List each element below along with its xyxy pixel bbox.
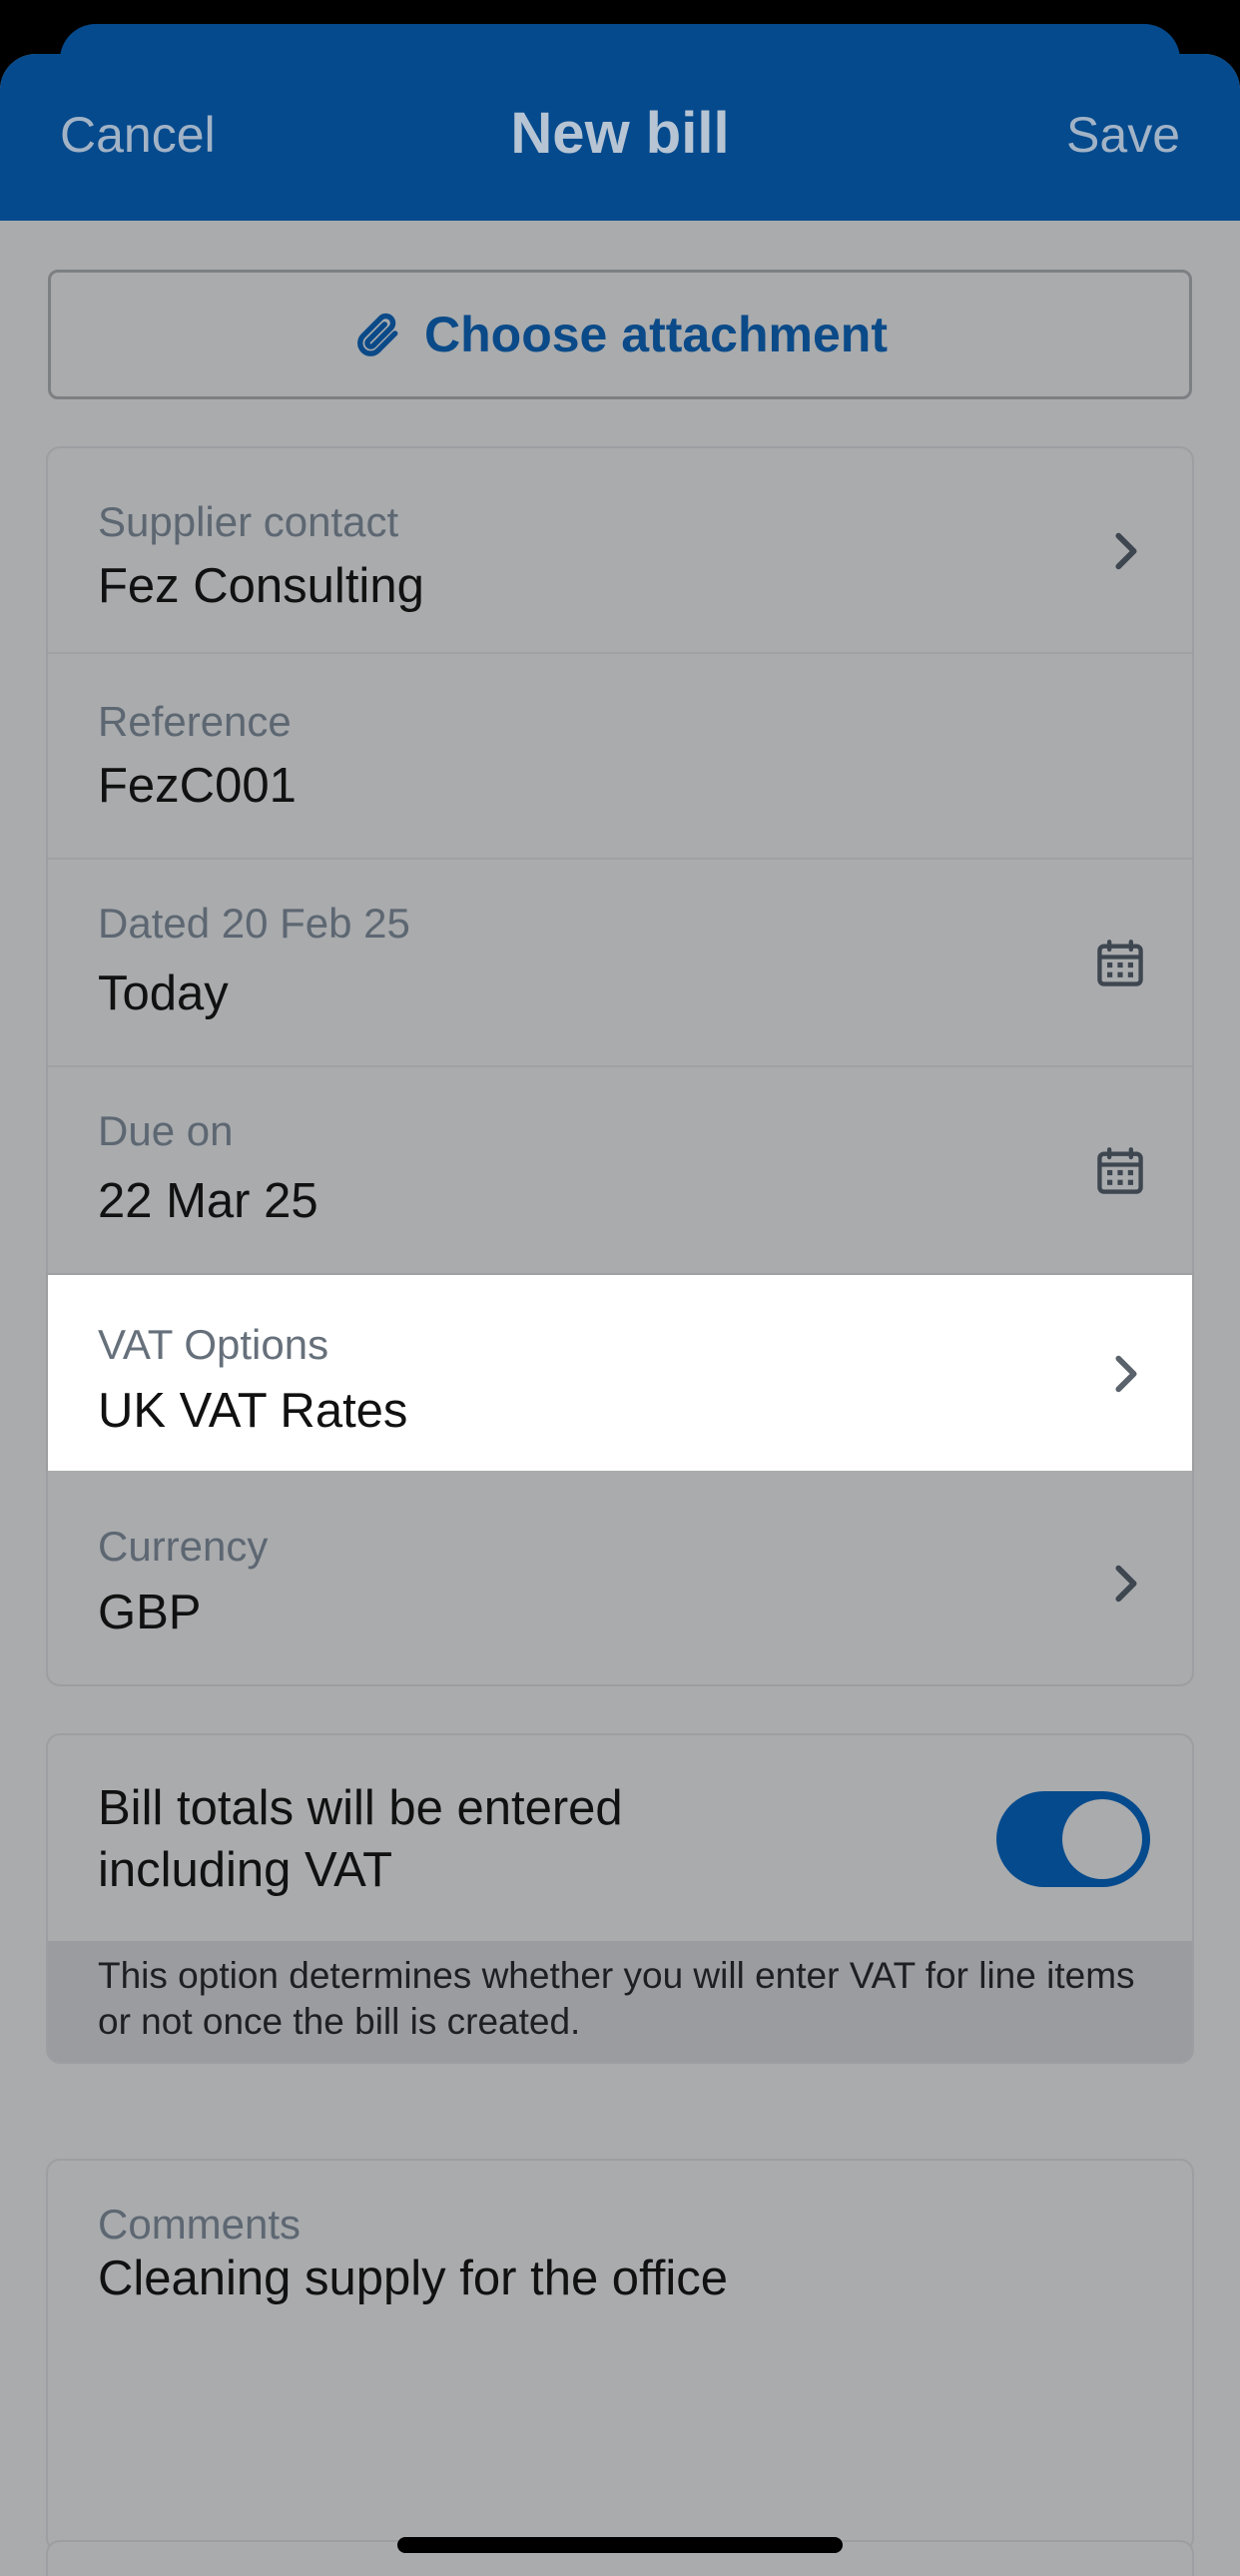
chevron-right-icon — [1115, 1565, 1137, 1603]
currency-label: Currency — [98, 1523, 269, 1570]
vat-inclusive-card: Bill totals will be entered including VA… — [46, 1733, 1194, 2064]
dated-row[interactable]: Dated 20 Feb 25 Today — [48, 860, 1192, 1067]
paperclip-icon — [357, 313, 398, 356]
choose-attachment-label: Choose attachment — [424, 307, 888, 362]
reference-row[interactable]: Reference FezC001 — [48, 654, 1192, 860]
comments-card[interactable]: Comments Cleaning supply for the office — [46, 2159, 1194, 2552]
page-title: New bill — [510, 101, 730, 166]
vat-options-value: UK VAT Rates — [98, 1384, 408, 1438]
screen: Cancel New bill Save Choose attachment S… — [0, 0, 1240, 2576]
vat-options-label: VAT Options — [98, 1321, 329, 1368]
chevron-right-icon — [1115, 532, 1137, 570]
currency-row[interactable]: Currency GBP — [48, 1471, 1192, 1684]
due-on-label: Due on — [98, 1107, 234, 1154]
nav-bar: Cancel New bill Save — [0, 54, 1240, 221]
calendar-icon — [1097, 940, 1143, 986]
due-on-row[interactable]: Due on 22 Mar 25 — [48, 1067, 1192, 1275]
choose-attachment-button[interactable]: Choose attachment — [48, 270, 1192, 399]
currency-value: GBP — [98, 1586, 202, 1639]
toggle-knob — [1062, 1799, 1142, 1879]
save-button[interactable]: Save — [1066, 106, 1180, 164]
reference-value: FezC001 — [98, 759, 297, 813]
due-on-value: 22 Mar 25 — [98, 1174, 318, 1228]
comments-value: Cleaning supply for the office — [98, 2252, 729, 2305]
vat-inclusive-label: Bill totals will be entered including VA… — [98, 1777, 623, 1901]
vat-options-row[interactable]: VAT Options UK VAT Rates — [48, 1275, 1192, 1471]
reference-label: Reference — [98, 698, 292, 745]
home-indicator — [397, 2537, 843, 2553]
new-bill-sheet: Cancel New bill Save Choose attachment S… — [0, 54, 1240, 2576]
bill-details-card: Supplier contact Fez Consulting Referenc… — [46, 446, 1194, 1686]
supplier-contact-row[interactable]: Supplier contact Fez Consulting — [48, 448, 1192, 654]
calendar-icon — [1097, 1147, 1143, 1194]
supplier-contact-label: Supplier contact — [98, 498, 399, 545]
dated-value: Today — [98, 966, 229, 1020]
vat-inclusive-line1: Bill totals will be entered — [98, 1781, 623, 1835]
vat-inclusive-toggle[interactable] — [996, 1791, 1150, 1887]
chevron-right-icon — [1115, 1355, 1137, 1393]
vat-inclusive-line2: including VAT — [98, 1843, 393, 1897]
vat-inclusive-note: This option determines whether you will … — [48, 1941, 1192, 2062]
dated-label: Dated 20 Feb 25 — [98, 900, 410, 947]
comments-label: Comments — [98, 2201, 302, 2248]
supplier-contact-value: Fez Consulting — [98, 559, 424, 613]
